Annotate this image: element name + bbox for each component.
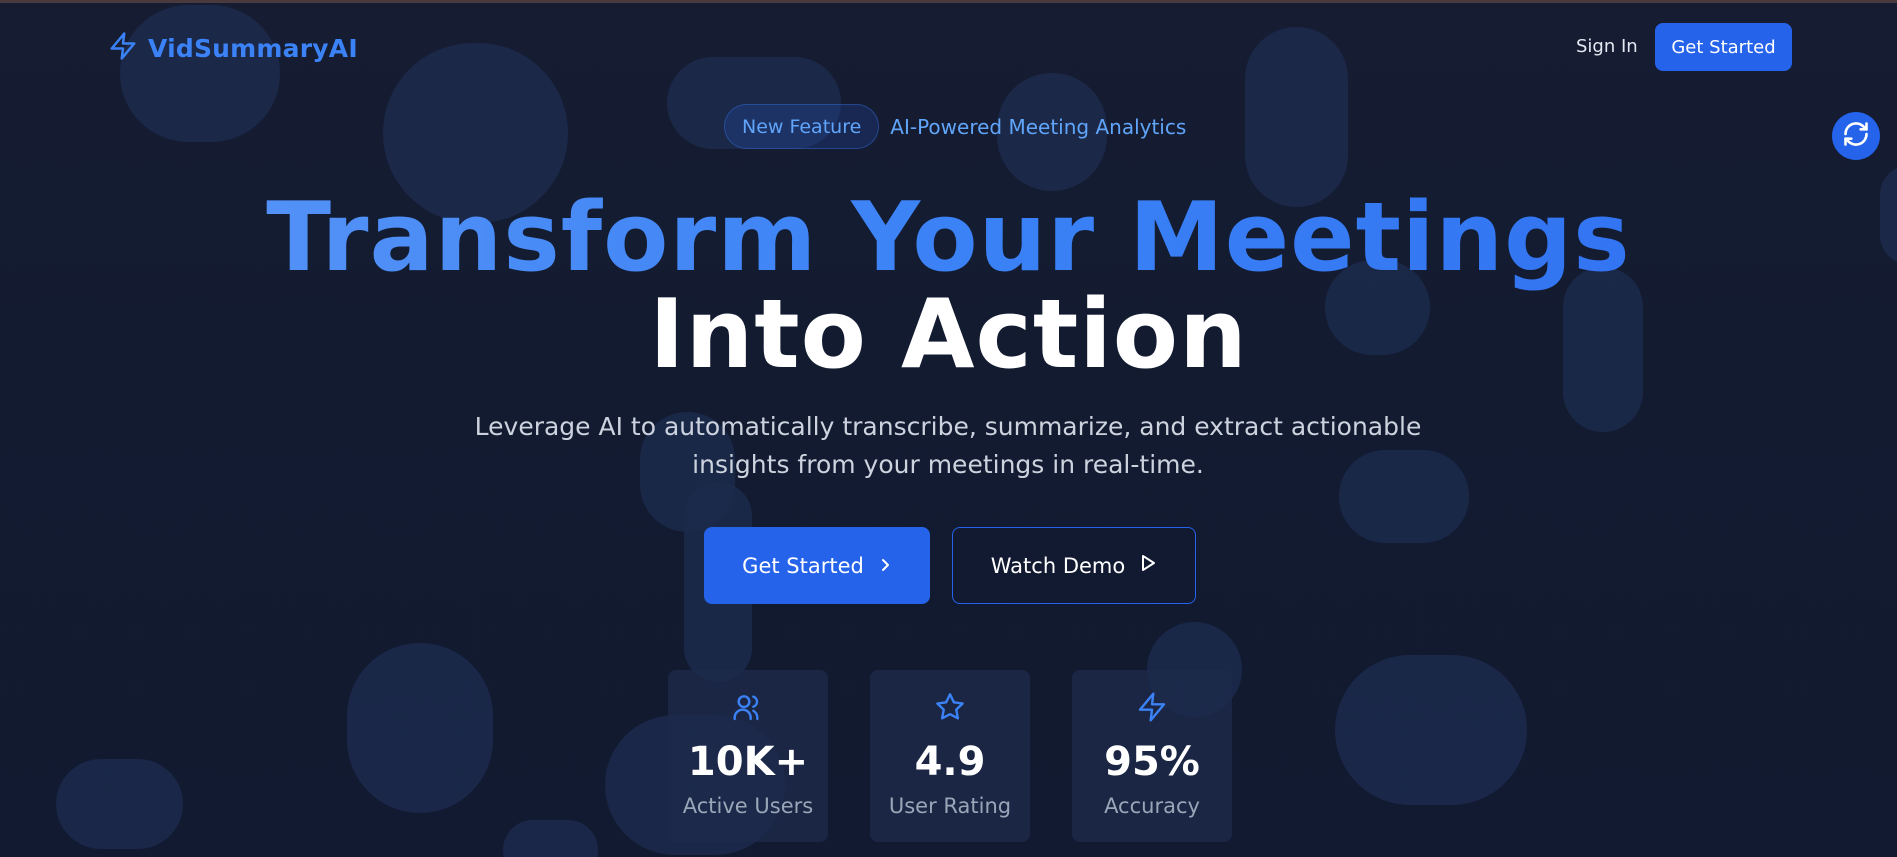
watch-demo-label: Watch Demo [990, 553, 1126, 578]
zap-icon [1136, 690, 1168, 724]
brand-name: VidSummaryAI [148, 33, 358, 63]
brand-logo[interactable]: VidSummaryAI [108, 30, 358, 66]
stat-card-rating: 4.9 User Rating [870, 670, 1030, 842]
zap-icon [108, 30, 138, 66]
users-icon [732, 690, 764, 724]
stat-label: Accuracy [1104, 794, 1200, 818]
new-feature-pill: New Feature [724, 104, 880, 149]
get-started-button[interactable]: Get Started [704, 527, 930, 604]
hero-subtitle: Leverage AI to automatically transcribe,… [448, 408, 1448, 484]
hero-title-line1: Transform Your Meetings [0, 183, 1897, 293]
stat-label: User Rating [888, 794, 1012, 818]
get-started-label: Get Started [742, 553, 864, 578]
stat-label: Active Users [682, 794, 814, 818]
hero-subtitle-line1: Leverage AI to automatically transcribe,… [474, 412, 1422, 441]
star-icon [934, 690, 966, 724]
refresh-button[interactable] [1832, 112, 1880, 160]
stat-card-accuracy: 95% Accuracy [1072, 670, 1232, 842]
play-icon [1139, 553, 1157, 578]
stat-value: 4.9 [914, 739, 986, 785]
watch-demo-button[interactable]: Watch Demo [952, 527, 1196, 604]
window-top-border [0, 0, 1897, 3]
chevron-right-icon [878, 554, 892, 578]
stat-value: 95% [1104, 739, 1200, 785]
hero-title-line2: Into Action [649, 280, 1248, 390]
feature-badge-text: AI-Powered Meeting Analytics [890, 114, 1187, 139]
nav-get-started-button[interactable]: Get Started [1655, 23, 1792, 71]
sign-in-link[interactable]: Sign In [1576, 36, 1638, 57]
stat-value: 10K+ [687, 739, 809, 785]
feature-badge: New Feature AI-Powered Meeting Analytics [724, 104, 1186, 149]
stat-card-users: 10K+ Active Users [668, 670, 828, 842]
hero-subtitle-line2: insights from your meetings in real-time… [692, 450, 1204, 479]
refresh-icon [1842, 120, 1870, 152]
